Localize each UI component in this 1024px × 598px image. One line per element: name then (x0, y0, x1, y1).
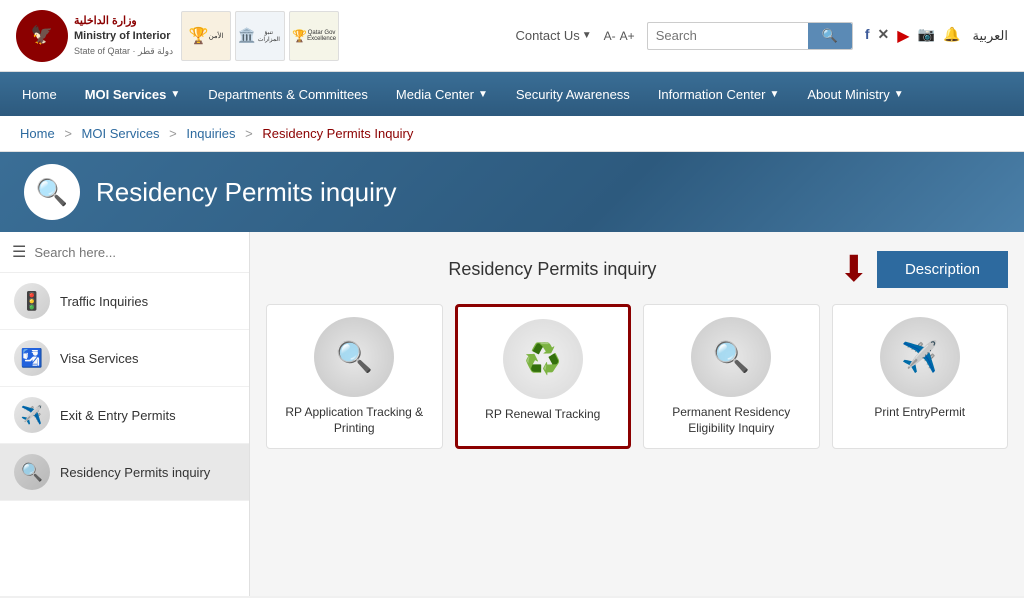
main-content: ☰ 🚦 Traffic Inquiries 🛂 Visa Services ✈️… (0, 232, 1024, 596)
cards-grid: 🔍 RP Application Tracking & Printing ♻️ … (266, 304, 1008, 449)
sidebar-item-label: Traffic Inquiries (60, 294, 148, 309)
breadcrumb-moi-services[interactable]: MOI Services (82, 126, 160, 141)
card-label: RP Application Tracking & Printing (279, 405, 430, 436)
chevron-down-icon: ▼ (478, 89, 488, 100)
notification-icon[interactable]: 🔔 (943, 26, 960, 46)
chevron-down-icon: ▼ (894, 89, 904, 100)
airplane-icon: ✈️ (21, 405, 43, 426)
header-right: Contact Us ▼ A- A+ 🔍 f ✕ ▶ 📷 🔔 العربية (515, 22, 1008, 50)
card-icon-permanent: 🔍 (691, 317, 771, 397)
nav-home[interactable]: Home (8, 72, 71, 116)
search-button[interactable]: 🔍 (808, 23, 852, 49)
sidebar-item-label: Visa Services (60, 351, 139, 366)
nav-about-ministry[interactable]: About Ministry ▼ (793, 72, 917, 116)
sidebar-item-label: Residency Permits inquiry (60, 465, 210, 480)
content-area: Residency Permits inquiry ⬇ Description … (250, 232, 1024, 596)
logo-area: 🦅 وزارة الداخلية Ministry of Interior St… (16, 10, 515, 62)
residency-icon: 🔍 (36, 177, 68, 208)
chevron-down-icon: ▼ (769, 89, 779, 100)
font-increase-button[interactable]: A+ (620, 29, 635, 43)
search-box: 🔍 (647, 22, 853, 50)
breadcrumb-inquiries[interactable]: Inquiries (186, 126, 235, 141)
card-icon-rp-renewal: ♻️ (503, 319, 583, 399)
renewal-icon: ♻️ (524, 342, 561, 377)
nav-departments[interactable]: Departments & Committees (194, 72, 382, 116)
visa-icon-circle: 🛂 (14, 340, 50, 376)
font-controls: A- A+ (604, 29, 635, 43)
chevron-down-icon: ▼ (582, 30, 592, 41)
instagram-icon[interactable]: 📷 (918, 26, 935, 46)
card-label: Permanent Residency Eligibility Inquiry (656, 405, 807, 436)
facebook-icon[interactable]: f (865, 26, 870, 46)
banner-icon: 🔍 (24, 164, 80, 220)
arrow-down-icon: ⬇ (839, 248, 869, 290)
residency-search-icon: 🔍 (21, 462, 43, 483)
traffic-icon-circle: 🚦 (14, 283, 50, 319)
breadcrumb: Home > MOI Services > Inquiries > Reside… (0, 116, 1024, 152)
chevron-down-icon: ▼ (170, 89, 180, 100)
sidebar-item-visa[interactable]: 🛂 Visa Services (0, 330, 249, 387)
breadcrumb-separator: > (64, 126, 72, 141)
print-entry-icon: ✈️ (901, 340, 938, 375)
traffic-light-icon: 🚦 (21, 291, 43, 312)
header: 🦅 وزارة الداخلية Ministry of Interior St… (0, 0, 1024, 72)
nav-media-center[interactable]: Media Center ▼ (382, 72, 502, 116)
nav-moi-services[interactable]: MOI Services ▼ (71, 72, 195, 116)
card-rp-renewal[interactable]: ♻️ RP Renewal Tracking (455, 304, 632, 449)
breadcrumb-current: Residency Permits Inquiry (262, 126, 413, 141)
breadcrumb-separator: > (245, 126, 253, 141)
page-banner: 🔍 Residency Permits inquiry (0, 152, 1024, 232)
search-input[interactable] (648, 24, 808, 47)
content-header-row: Residency Permits inquiry ⬇ Description (266, 248, 1008, 290)
search-icon: 🔍 (822, 28, 838, 43)
card-permanent-residency[interactable]: 🔍 Permanent Residency Eligibility Inquir… (643, 304, 820, 449)
breadcrumb-home[interactable]: Home (20, 126, 55, 141)
card-print-entry[interactable]: ✈️ Print EntryPermit (832, 304, 1009, 449)
logo-badges: 🏆 الأمن 🏛️ تنبؤ المزارات 🏆 Qatar Gov Exc… (181, 11, 339, 61)
sidebar-item-residency[interactable]: 🔍 Residency Permits inquiry (0, 444, 249, 501)
social-icons: f ✕ ▶ 📷 🔔 (865, 26, 961, 46)
sidebar-item-traffic[interactable]: 🚦 Traffic Inquiries (0, 273, 249, 330)
visa-icon: 🛂 (21, 348, 43, 369)
sidebar: ☰ 🚦 Traffic Inquiries 🛂 Visa Services ✈️… (0, 232, 250, 596)
card-label: Print EntryPermit (874, 405, 965, 421)
sidebar-search-area: ☰ (0, 232, 249, 273)
exit-entry-icon-circle: ✈️ (14, 397, 50, 433)
residency-icon-circle: 🔍 (14, 454, 50, 490)
logo-moi: 🦅 وزارة الداخلية Ministry of Interior St… (16, 10, 173, 62)
card-label: RP Renewal Tracking (485, 407, 600, 423)
description-button[interactable]: Description (877, 251, 1008, 288)
main-nav: Home MOI Services ▼ Departments & Commit… (0, 72, 1024, 116)
card-rp-application[interactable]: 🔍 RP Application Tracking & Printing (266, 304, 443, 449)
hamburger-icon[interactable]: ☰ (12, 242, 26, 262)
content-section-title: Residency Permits inquiry (266, 259, 839, 280)
contact-us-button[interactable]: Contact Us ▼ (515, 28, 591, 43)
nav-information-center[interactable]: Information Center ▼ (644, 72, 794, 116)
badge-3: 🏆 Qatar Gov Excellence (289, 11, 339, 61)
logo-text: وزارة الداخلية Ministry of Interior Stat… (74, 14, 173, 57)
card-icon-rp-application: 🔍 (314, 317, 394, 397)
nav-security-awareness[interactable]: Security Awareness (502, 72, 644, 116)
page-title: Residency Permits inquiry (96, 177, 397, 208)
sidebar-item-exit-entry[interactable]: ✈️ Exit & Entry Permits (0, 387, 249, 444)
magnify-docs-icon: 🔍 (336, 340, 373, 375)
permanent-residency-icon: 🔍 (713, 340, 750, 375)
sidebar-item-label: Exit & Entry Permits (60, 408, 176, 423)
arabic-language-button[interactable]: العربية (972, 28, 1008, 44)
badge-1: 🏆 الأمن (181, 11, 231, 61)
font-decrease-button[interactable]: A- (604, 29, 616, 43)
badge-2: 🏛️ تنبؤ المزارات (235, 11, 285, 61)
sidebar-search-input[interactable] (34, 245, 237, 260)
breadcrumb-separator: > (169, 126, 177, 141)
twitter-icon[interactable]: ✕ (878, 26, 890, 46)
card-icon-print-entry: ✈️ (880, 317, 960, 397)
youtube-icon[interactable]: ▶ (897, 26, 909, 46)
